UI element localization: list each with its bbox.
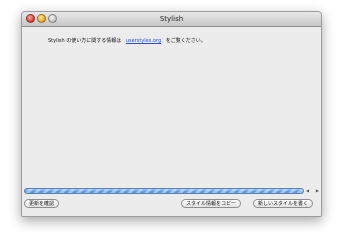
info-text: Stylish の使い方に関する情報は userstyles.org をご覧くだ… <box>48 37 206 44</box>
arrow-right-icon[interactable]: ▶ <box>316 188 319 194</box>
arrow-left-icon[interactable]: ◀ <box>306 188 309 194</box>
title-bar[interactable]: Stylish <box>22 12 321 27</box>
write-new-style-button[interactable]: 新しいスタイルを書く <box>253 199 314 208</box>
progress-bar <box>24 188 304 194</box>
copy-style-info-button[interactable]: スタイル情報をコピー <box>181 199 242 208</box>
progress-fill <box>25 189 303 193</box>
stylish-window: Stylish Stylish の使い方に関する情報は userstyles.o… <box>21 11 322 217</box>
check-updates-button[interactable]: 更新を確認 <box>24 199 60 208</box>
info-suffix: をご覧ください。 <box>165 38 206 44</box>
info-prefix: Stylish の使い方に関する情報は <box>48 38 122 44</box>
scroll-arrows: ◀ ▶ <box>306 188 319 194</box>
window-title: Stylish <box>159 15 184 23</box>
userstyles-link[interactable]: userstyles.org <box>126 38 161 44</box>
